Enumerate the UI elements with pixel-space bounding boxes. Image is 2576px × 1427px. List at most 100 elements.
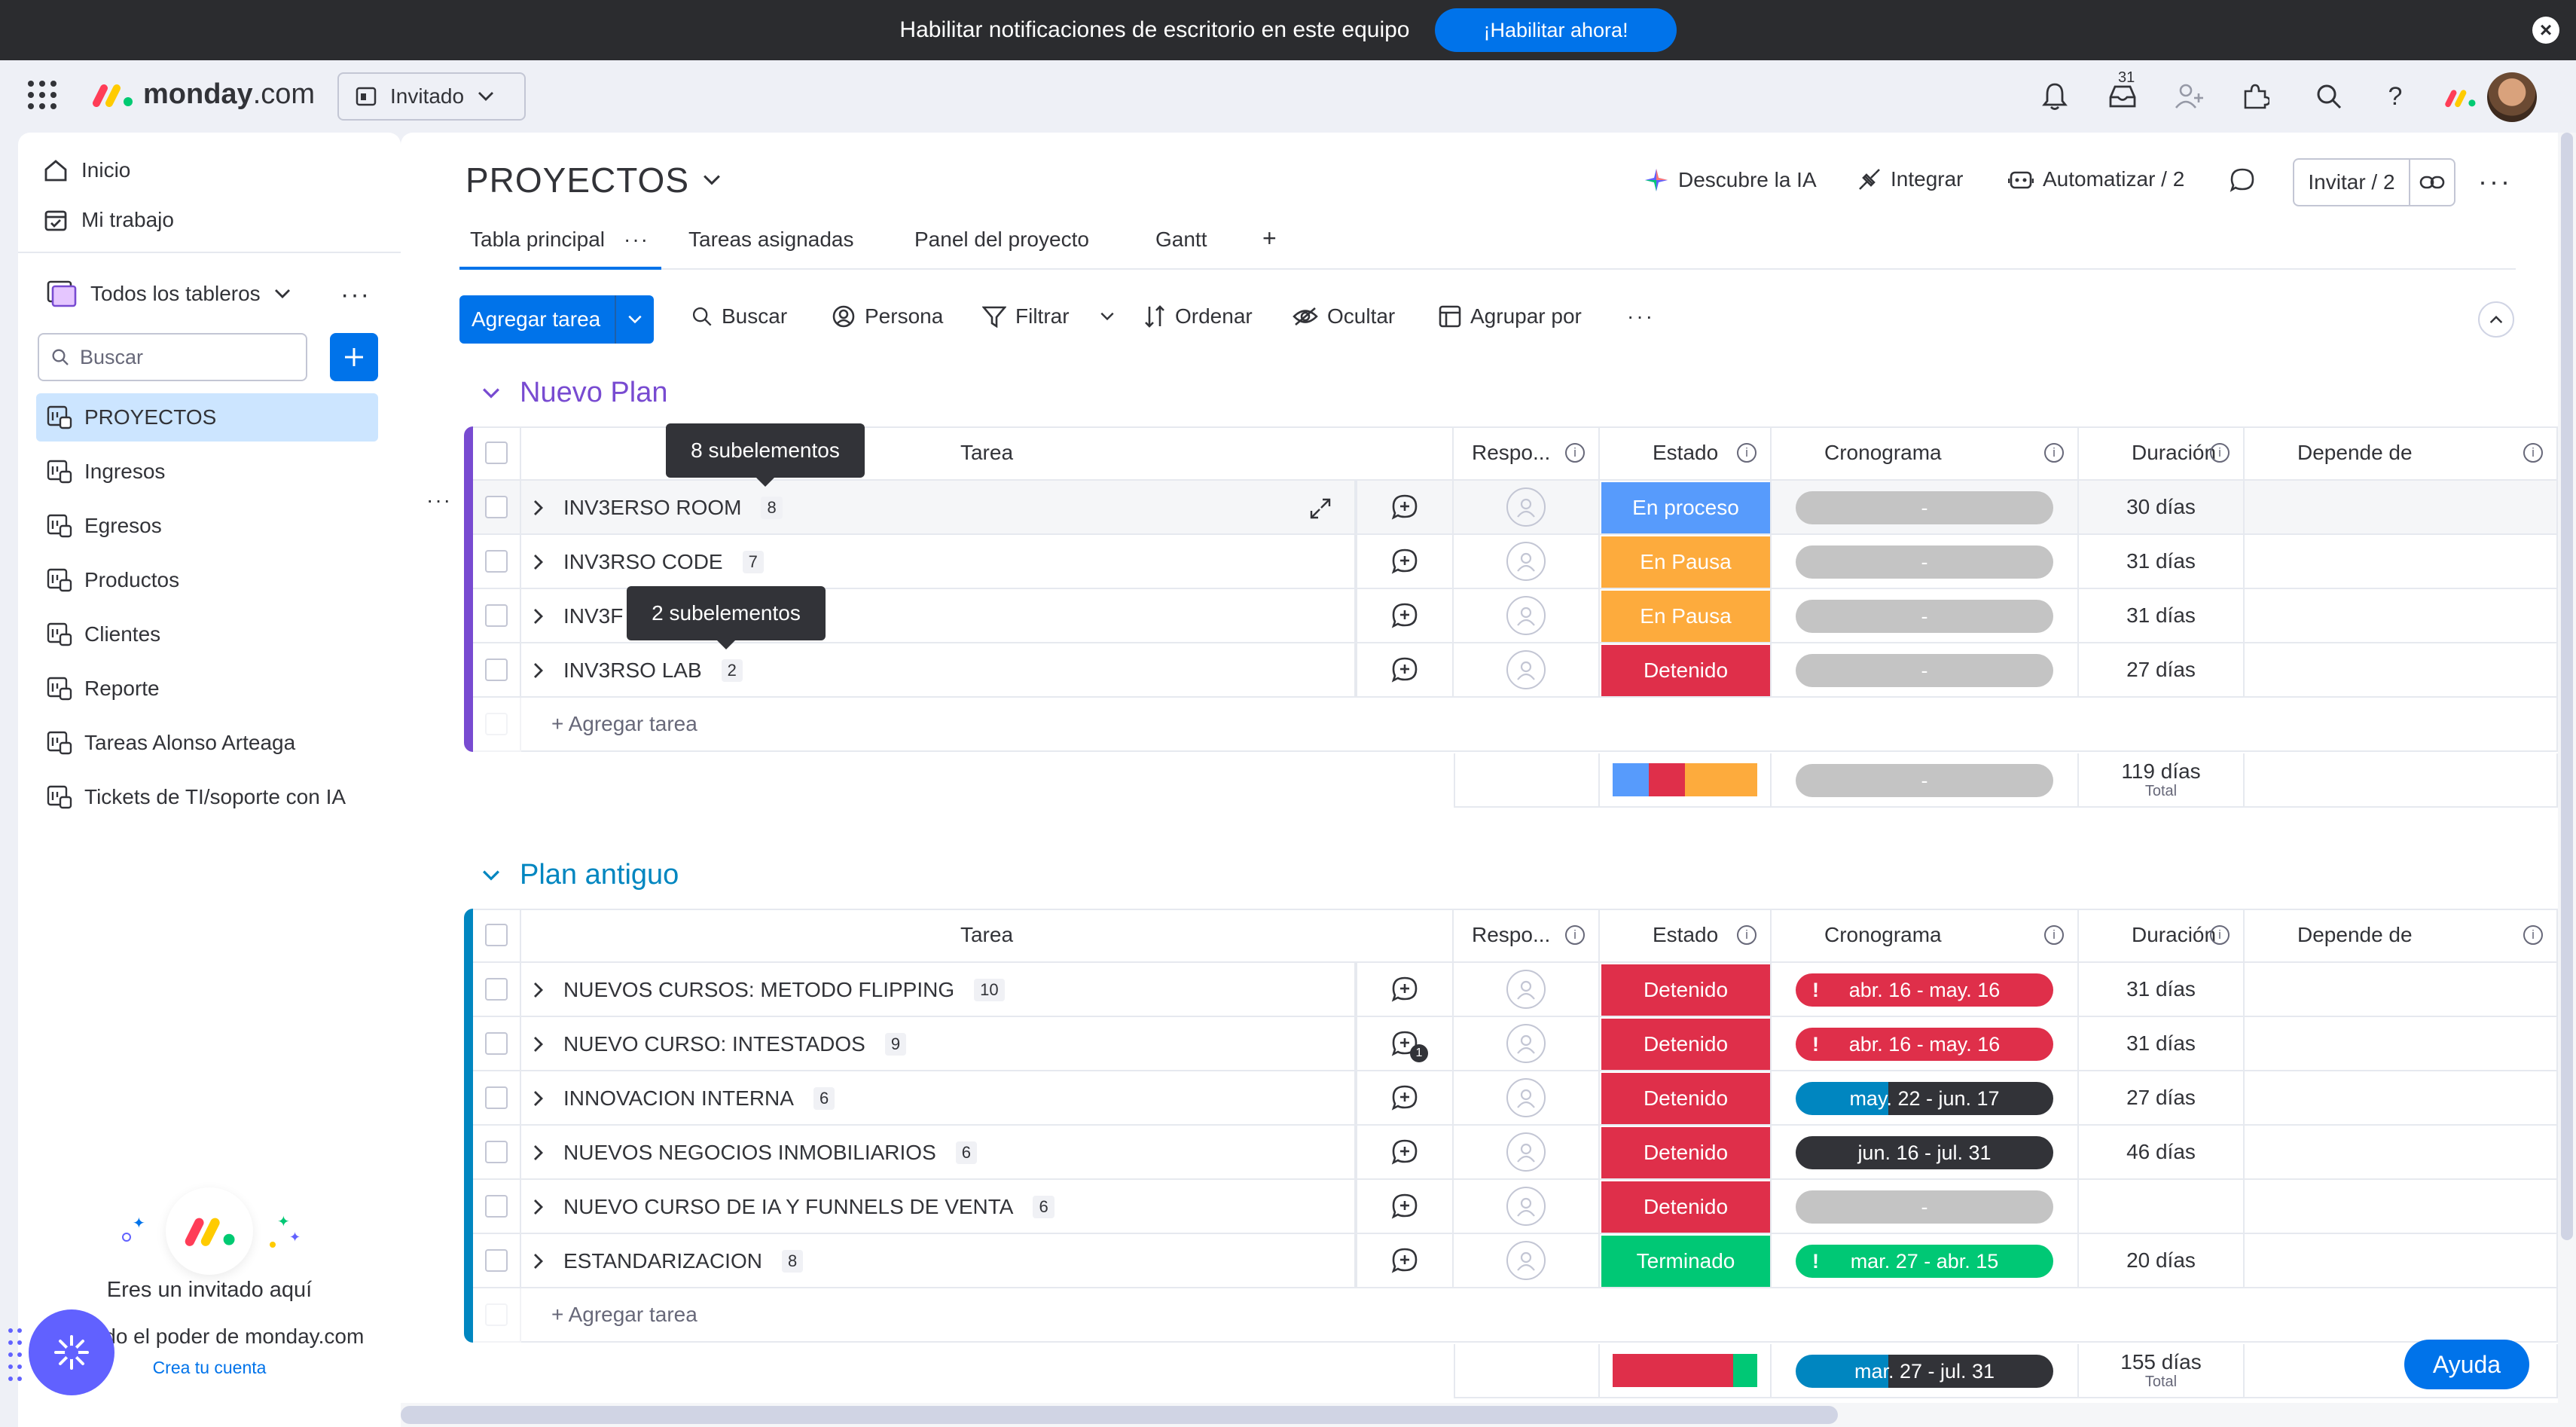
row-select-cell[interactable]	[473, 481, 521, 535]
status-label[interactable]: Detenido	[1601, 1181, 1770, 1233]
task-name-cell[interactable]: NUEVO CURSO: INTESTADOS 9	[533, 1017, 907, 1071]
timeline-pill[interactable]: -	[1796, 600, 2053, 633]
integrate-button[interactable]: Integrar	[1857, 167, 1964, 191]
select-all-checkbox[interactable]	[485, 924, 508, 946]
task-name-cell[interactable]: ESTANDARIZACION 8	[533, 1234, 804, 1288]
timeline-pill[interactable]: ! abr. 16 - may. 16	[1796, 973, 2053, 1007]
row-select-cell[interactable]	[473, 643, 521, 698]
status-label[interactable]: Detenido	[1601, 964, 1770, 1016]
board-more-icon[interactable]: ···	[2478, 166, 2512, 197]
duration-cell[interactable]: 20 días	[2079, 1234, 2245, 1288]
info-icon[interactable]: i	[2523, 925, 2543, 945]
add-task-row[interactable]: + Agregar tarea	[521, 1288, 2558, 1343]
timeline-pill[interactable]: -	[1796, 654, 2053, 687]
subitem-count[interactable]: 6	[955, 1141, 978, 1164]
monday-logo[interactable]: monday.com	[90, 78, 315, 111]
subitem-count[interactable]: 8	[761, 497, 783, 519]
info-icon[interactable]: i	[1737, 925, 1757, 945]
status-label[interactable]: Detenido	[1601, 1127, 1770, 1178]
duration-cell[interactable]: 27 días	[2079, 643, 2245, 698]
duration-cell[interactable]: 31 días	[2079, 1017, 2245, 1071]
add-task-row[interactable]: + Agregar tarea	[521, 698, 2558, 752]
timeline-pill[interactable]: -	[1796, 1190, 2053, 1224]
owner-cell[interactable]	[1454, 1071, 1600, 1126]
row-checkbox[interactable]	[485, 496, 508, 518]
row-select-cell[interactable]	[473, 535, 521, 589]
status-label[interactable]: Detenido	[1601, 645, 1770, 696]
depends-cell[interactable]	[2245, 1071, 2558, 1126]
timeline-pill[interactable]: may. 22 - jun. 17	[1796, 1082, 2053, 1115]
owner-cell[interactable]	[1454, 481, 1600, 535]
group-by-tool[interactable]: Agrupar por	[1439, 304, 1582, 328]
hide-tool[interactable]: Ocultar	[1293, 304, 1395, 328]
timeline-pill[interactable]: ! mar. 27 - abr. 15	[1796, 1245, 2053, 1278]
column-header-status[interactable]: Estado i	[1600, 909, 1772, 963]
column-header-owner[interactable]: Respo... i	[1454, 909, 1600, 963]
info-icon[interactable]: i	[2523, 443, 2543, 463]
summary-status-cell[interactable]	[1600, 1344, 1772, 1398]
sort-tool[interactable]: Ordenar	[1143, 304, 1253, 328]
tab-project-panel[interactable]: Panel del proyecto	[914, 228, 1089, 252]
chevron-right-icon[interactable]	[533, 662, 544, 679]
select-all-checkbox[interactable]	[485, 442, 508, 464]
task-name-cell[interactable]: NUEVO CURSO DE IA Y FUNNELS DE VENTA 6	[533, 1180, 1055, 1234]
task-name-cell[interactable]: NUEVOS NEGOCIOS INMOBILIARIOS 6	[533, 1126, 978, 1180]
duration-cell[interactable]: 46 días	[2079, 1126, 2245, 1180]
subitem-count[interactable]: 7	[742, 551, 764, 573]
row-select-cell[interactable]	[473, 1071, 521, 1126]
status-label[interactable]: En proceso	[1601, 482, 1770, 533]
tab-gantt[interactable]: Gantt	[1155, 228, 1207, 252]
updates-comment-icon[interactable]	[2230, 167, 2255, 193]
task-name-cell[interactable]: INV3RSO CODE 7	[533, 535, 764, 589]
duration-cell[interactable]	[2079, 1180, 2245, 1234]
owner-cell[interactable]	[1454, 1180, 1600, 1234]
updates-cell[interactable]	[1356, 1071, 1454, 1126]
row-checkbox[interactable]	[485, 550, 508, 573]
board-title[interactable]: PROYECTOS	[465, 160, 721, 200]
sidebar-board-item[interactable]: Egresos	[36, 502, 378, 550]
collapse-header-button[interactable]	[2478, 301, 2514, 338]
apps-grid-icon[interactable]	[27, 80, 57, 110]
search-icon[interactable]	[2312, 80, 2346, 113]
column-header-task[interactable]: Tarea	[521, 426, 1454, 481]
column-header-timeline[interactable]: Cronograma i	[1772, 426, 2079, 481]
timeline-pill[interactable]: jun. 16 - jul. 31	[1796, 1136, 2053, 1169]
info-icon[interactable]: i	[2044, 443, 2064, 463]
sidebar-board-item[interactable]: Productos	[36, 556, 378, 604]
chevron-right-icon[interactable]	[533, 982, 544, 998]
info-icon[interactable]: i	[2044, 925, 2064, 945]
chevron-right-icon[interactable]	[533, 608, 544, 625]
user-avatar[interactable]	[2487, 72, 2537, 122]
duration-cell[interactable]: 30 días	[2079, 481, 2245, 535]
depends-cell[interactable]	[2245, 963, 2558, 1017]
timeline-pill[interactable]: -	[1796, 491, 2053, 524]
updates-cell[interactable]	[1356, 1180, 1454, 1234]
depends-cell[interactable]	[2245, 535, 2558, 589]
depends-cell[interactable]	[2245, 1126, 2558, 1180]
status-label[interactable]: Detenido	[1601, 1073, 1770, 1124]
owner-cell[interactable]	[1454, 1017, 1600, 1071]
duration-cell[interactable]: 31 días	[2079, 589, 2245, 643]
task-name-cell[interactable]: INV3F	[533, 589, 623, 643]
updates-cell[interactable]	[1356, 643, 1454, 698]
tab-main-table-menu-icon[interactable]: ···	[624, 228, 649, 252]
status-label[interactable]: En Pausa	[1601, 591, 1770, 642]
depends-cell[interactable]	[2245, 1234, 2558, 1288]
depends-cell[interactable]	[2245, 589, 2558, 643]
column-header-task[interactable]: Tarea	[521, 909, 1454, 963]
filter-tool[interactable]: Filtrar	[982, 304, 1115, 328]
owner-cell[interactable]	[1454, 1234, 1600, 1288]
task-name-cell[interactable]: INV3RSO LAB 2	[533, 643, 743, 698]
invite-members-icon[interactable]	[2172, 80, 2205, 113]
subitem-count[interactable]: 2	[721, 659, 743, 682]
column-header-depends[interactable]: Depende de i	[2245, 909, 2558, 963]
sidebar-board-item[interactable]: Tickets de TI/soporte con IA	[36, 773, 378, 821]
owner-cell[interactable]	[1454, 963, 1600, 1017]
subitem-count[interactable]: 8	[781, 1250, 804, 1273]
task-name-cell[interactable]: NUEVOS CURSOS: METODO FLIPPING 10	[533, 963, 1005, 1017]
owner-cell[interactable]	[1454, 589, 1600, 643]
chevron-right-icon[interactable]	[533, 1253, 544, 1270]
expand-icon[interactable]	[1309, 497, 1332, 520]
row-select-cell[interactable]	[473, 1126, 521, 1180]
chevron-down-icon[interactable]	[616, 315, 654, 324]
